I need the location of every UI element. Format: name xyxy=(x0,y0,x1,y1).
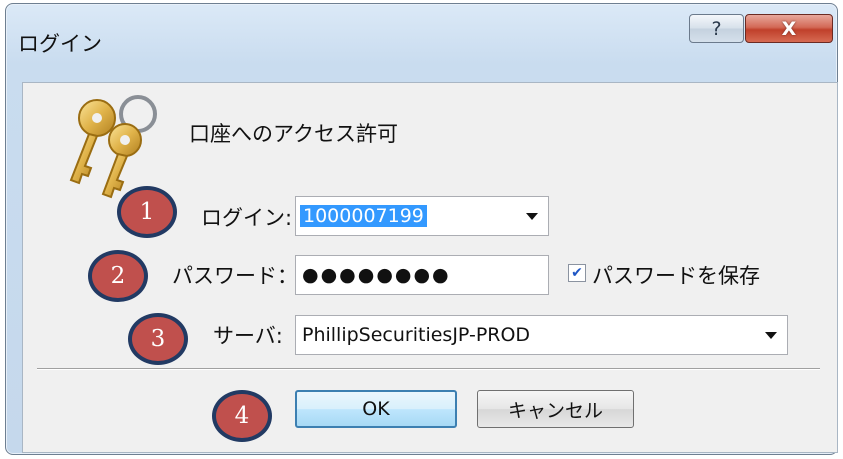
server-combobox[interactable]: PhillipSecuritiesJP-PROD xyxy=(295,315,788,355)
annotation-badge-2: 2 xyxy=(88,250,148,302)
divider xyxy=(37,368,820,370)
chevron-down-icon[interactable] xyxy=(526,213,538,220)
ok-button[interactable]: OK xyxy=(295,390,457,428)
login-label: ログイン: xyxy=(201,206,293,230)
help-button[interactable]: ? xyxy=(689,14,744,43)
close-icon: X xyxy=(781,17,797,40)
keys-icon xyxy=(69,95,157,199)
dialog-heading: 口座へのアクセス許可 xyxy=(189,122,398,146)
annotation-badge-4: 4 xyxy=(212,390,272,442)
login-combobox[interactable]: 1000007199 xyxy=(295,196,549,236)
save-password-label[interactable]: パスワードを保存 xyxy=(592,260,760,290)
annotation-badge-3: 3 xyxy=(128,313,188,365)
password-field[interactable]: ●●●●●●●● xyxy=(295,255,549,295)
window-title: ログイン xyxy=(18,32,102,56)
annotation-badge-1: 1 xyxy=(117,186,177,238)
password-value: ●●●●●●●● xyxy=(302,264,451,286)
close-button[interactable]: X xyxy=(745,14,833,43)
server-label: サーバ: xyxy=(213,324,283,348)
checkmark-icon: ✔ xyxy=(571,265,583,281)
login-value: 1000007199 xyxy=(300,205,427,227)
save-password-checkbox[interactable]: ✔ xyxy=(568,264,586,282)
server-value: PhillipSecuritiesJP-PROD xyxy=(302,324,531,346)
chevron-down-icon[interactable] xyxy=(765,332,777,339)
password-label: パスワード： xyxy=(172,264,298,288)
cancel-button[interactable]: キャンセル xyxy=(477,390,634,428)
help-icon: ? xyxy=(711,17,722,40)
